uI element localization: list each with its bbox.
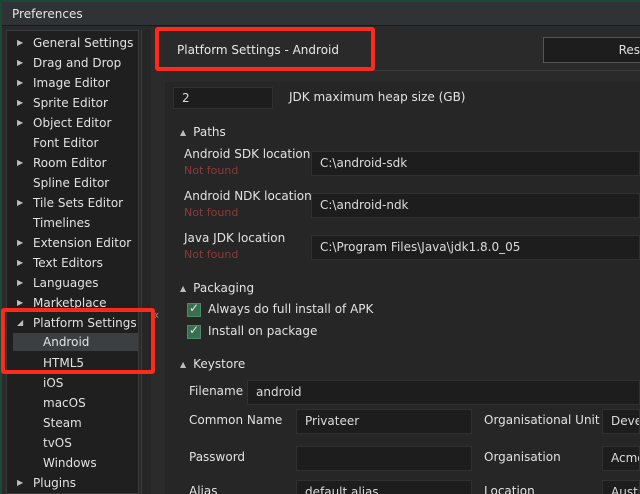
expand-arrow-icon[interactable]: ▶ (17, 33, 27, 53)
sidebar-item-label: tvOS (43, 436, 72, 450)
settings-content: 2 JDK maximum heap size (GB) ▲ Paths Andr… (165, 82, 640, 494)
highlight-page-title (155, 27, 375, 71)
sidebar-item-spline-editor[interactable]: Spline Editor (7, 173, 138, 193)
jdk-location-input[interactable]: C:\Program Files\Java\jdk1.8.0_05 (311, 235, 640, 260)
sidebar-item-label: Font Editor (33, 136, 99, 150)
sidebar-item-object-editor[interactable]: ▶ Object Editor (7, 113, 138, 133)
checkmark-icon: ✓ (189, 301, 200, 315)
jdk-heap-label: JDK maximum heap size (GB) (289, 90, 466, 104)
sdk-status: Not found (184, 164, 239, 177)
collapse-triangle-icon[interactable]: ▲ (180, 284, 186, 293)
sidebar-item-steam[interactable]: Steam (7, 413, 138, 433)
sidebar-item-image-editor[interactable]: ▶ Image Editor (7, 73, 138, 93)
sidebar-item-plugins[interactable]: ▶ Plugins (7, 473, 138, 493)
expand-arrow-icon[interactable]: ▶ (17, 73, 27, 93)
sidebar-item-ios[interactable]: iOS (7, 373, 138, 393)
expand-arrow-icon[interactable]: ▶ (17, 93, 27, 113)
sidebar-item-text-editors[interactable]: ▶ Text Editors (7, 253, 138, 273)
organisation-label: Organisation (484, 450, 561, 464)
password-input[interactable] (296, 446, 472, 471)
packaging-heading: Packaging (193, 281, 255, 295)
window-title: Preferences (12, 7, 83, 21)
alias-label: Alias (189, 484, 218, 494)
sidebar-item-room-editor[interactable]: ▶ Room Editor (7, 153, 138, 173)
sidebar-item-label: macOS (43, 396, 86, 410)
ndk-status: Not found (184, 206, 239, 219)
reset-button[interactable]: Res (543, 37, 640, 63)
preferences-tree: ▶ General Settings ▶ Drag and Drop ▶ Image Ed… (6, 30, 139, 494)
sdk-location-label: Android SDK location (184, 147, 311, 161)
sidebar-item-label: Timelines (33, 216, 91, 230)
common-name-input[interactable]: Privateer (296, 409, 472, 434)
sidebar-item-label: Extension Editor (33, 236, 132, 250)
sidebar-item-label: Spline Editor (33, 176, 110, 190)
sidebar-item-languages[interactable]: ▶ Languages (7, 273, 138, 293)
settings-panel: Platform Settings - Android Res 2 JDK ma… (165, 30, 640, 494)
sdk-location-input[interactable]: C:\android-sdk (311, 151, 640, 176)
expand-arrow-icon[interactable]: ▶ (17, 473, 27, 493)
organisation-input[interactable]: Acme (602, 446, 640, 471)
sidebar-item-label: General Settings (33, 36, 134, 50)
org-unit-input[interactable]: Deve (602, 409, 640, 434)
expand-arrow-icon[interactable]: ▶ (17, 253, 27, 273)
keystore-section-header[interactable]: ▲ Keystore (180, 357, 245, 371)
collapse-triangle-icon[interactable]: ▲ (180, 360, 186, 369)
sidebar-item-label: Steam (43, 416, 82, 430)
sidebar-item-label: Plugins (33, 476, 76, 490)
sidebar-item-general-settings[interactable]: ▶ General Settings (7, 33, 138, 53)
full-install-checkbox[interactable]: ✓ (187, 301, 201, 317)
sidebar-item-font-editor[interactable]: Font Editor (7, 133, 138, 153)
expand-arrow-icon[interactable]: ▶ (17, 233, 27, 253)
sidebar-item-sprite-editor[interactable]: ▶ Sprite Editor (7, 93, 138, 113)
location-label: Location (484, 484, 535, 494)
common-name-label: Common Name (189, 413, 283, 427)
org-unit-label: Organisational Unit (484, 413, 600, 427)
install-on-package-checkbox[interactable]: ✓ (187, 323, 201, 339)
location-input[interactable]: Austi (602, 480, 640, 494)
title-bar[interactable]: Preferences (2, 2, 640, 26)
keystore-heading: Keystore (193, 357, 246, 371)
sidebar-item-tvos[interactable]: tvOS (7, 433, 138, 453)
expand-arrow-icon[interactable]: ▶ (17, 53, 27, 73)
sidebar-item-label: Image Editor (33, 76, 110, 90)
sidebar-item-label: Object Editor (33, 116, 112, 130)
password-label: Password (189, 450, 246, 464)
sidebar-item-tile-sets-editor[interactable]: ▶ Tile Sets Editor (7, 193, 138, 213)
sidebar-item-label: Room Editor (33, 156, 107, 170)
sidebar-item-windows[interactable]: Windows (7, 453, 138, 473)
expand-arrow-icon[interactable]: ▶ (17, 273, 27, 293)
collapse-triangle-icon[interactable]: ▲ (180, 128, 186, 137)
ndk-location-input[interactable]: C:\android-ndk (311, 193, 640, 218)
install-on-package-label: Install on package (208, 324, 318, 338)
keystore-filename-input[interactable]: android (247, 380, 640, 405)
jdk-heap-input[interactable]: 2 (173, 87, 273, 109)
sidebar-item-label: Tile Sets Editor (33, 196, 124, 210)
sidebar-collapse-handle[interactable]: « (151, 30, 165, 494)
sidebar-item-drag-and-drop[interactable]: ▶ Drag and Drop (7, 53, 138, 73)
highlight-platform-settings (1, 308, 155, 374)
sidebar-item-macos[interactable]: macOS (7, 393, 138, 413)
sidebar-item-timelines[interactable]: Timelines (7, 213, 138, 233)
expand-arrow-icon[interactable]: ▶ (17, 153, 27, 173)
full-install-label: Always do full install of APK (208, 302, 374, 316)
jdk-status: Not found (184, 248, 239, 261)
jdk-location-label: Java JDK location (184, 231, 286, 245)
checkmark-icon: ✓ (189, 323, 200, 337)
paths-heading: Paths (193, 125, 226, 139)
paths-section-header[interactable]: ▲ Paths (180, 125, 226, 139)
packaging-section-header[interactable]: ▲ Packaging (180, 281, 254, 295)
sidebar-item-label: Text Editors (33, 256, 103, 270)
sidebar-item-label: iOS (43, 376, 64, 390)
alias-input[interactable]: default alias (296, 480, 472, 494)
sidebar-item-extension-editor[interactable]: ▶ Extension Editor (7, 233, 138, 253)
sidebar-scrollbar[interactable] (141, 30, 151, 494)
sidebar-item-label: Sprite Editor (33, 96, 108, 110)
filename-label: Filename (189, 384, 244, 398)
sidebar-item-label: Drag and Drop (33, 56, 122, 70)
expand-arrow-icon[interactable]: ▶ (17, 193, 27, 213)
ndk-location-label: Android NDK location (184, 189, 312, 203)
expand-arrow-icon[interactable]: ▶ (17, 113, 27, 133)
sidebar-item-label: Languages (33, 276, 99, 290)
sidebar-item-label: Windows (43, 456, 97, 470)
